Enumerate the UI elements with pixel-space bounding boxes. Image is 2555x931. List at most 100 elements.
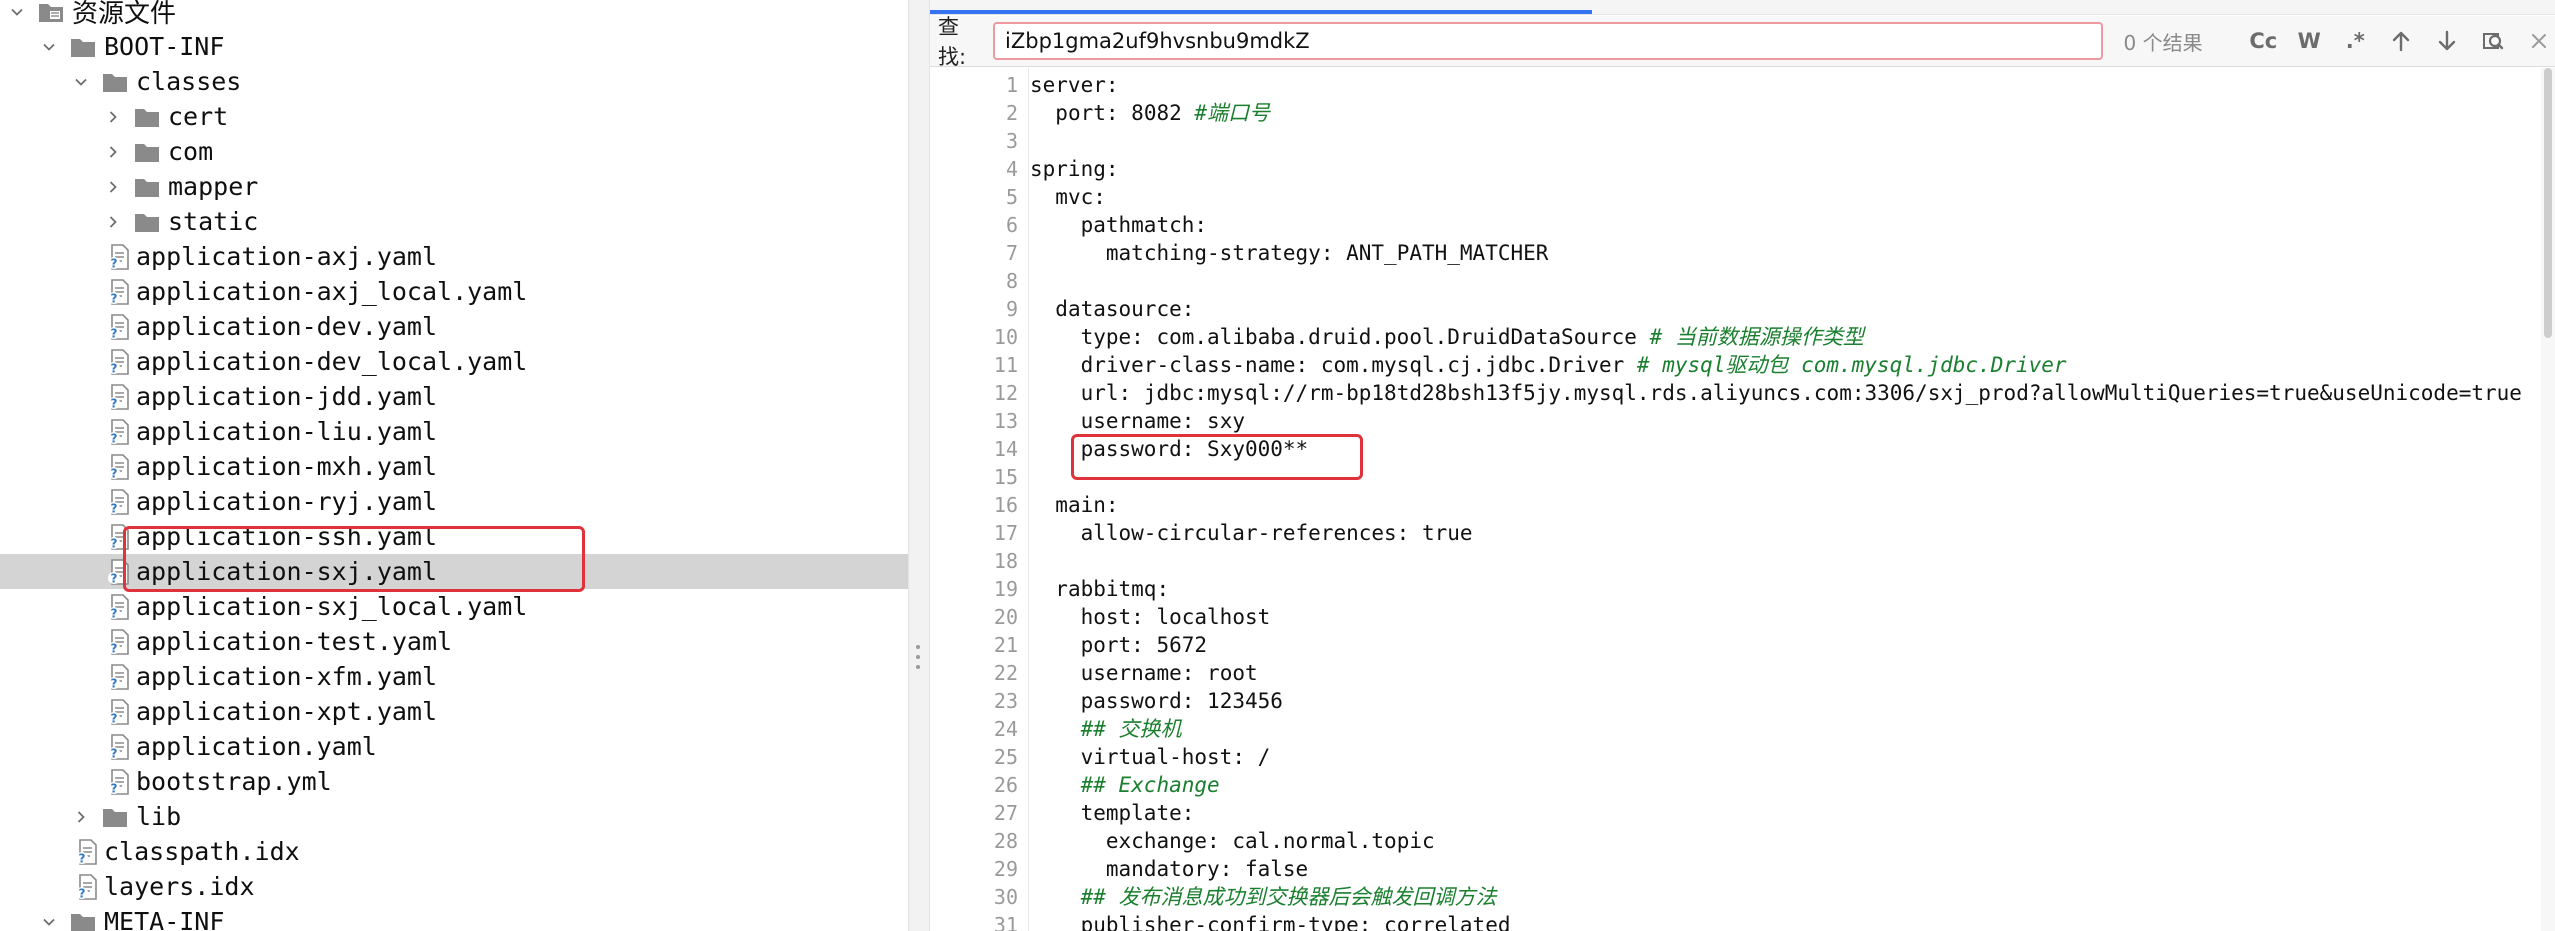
- yaml-file-icon: ?: [106, 383, 132, 411]
- yaml-colon: :: [1131, 325, 1157, 349]
- tree-folder-item[interactable]: BOOT-INF: [0, 29, 908, 64]
- tree-file-item[interactable]: ? application-sxj.yaml: [0, 554, 908, 589]
- find-options-button[interactable]: [2477, 25, 2509, 57]
- chevron-down-icon[interactable]: [38, 36, 60, 58]
- chevron-down-icon[interactable]: [38, 911, 60, 931]
- yaml-colon: :: [1156, 577, 1170, 601]
- svg-text:?: ?: [111, 746, 118, 760]
- yaml-colon: :: [1131, 633, 1157, 657]
- yaml-key: server: [1030, 73, 1106, 97]
- tree-file-item[interactable]: ? application-dev_local.yaml: [0, 344, 908, 379]
- match-case-button[interactable]: Cc: [2247, 25, 2279, 57]
- yaml-key: password: [1080, 689, 1182, 713]
- tree-folder-item[interactable]: mapper: [0, 169, 908, 204]
- whole-word-button[interactable]: W: [2293, 25, 2325, 57]
- scrollbar-thumb[interactable]: [2544, 68, 2552, 338]
- tree-file-item[interactable]: ? layers.idx: [0, 869, 908, 904]
- chevron-right-icon[interactable]: [102, 176, 124, 198]
- line-number: 17: [993, 521, 1018, 545]
- editor-tab-bar[interactable]: [930, 0, 2555, 15]
- chevron-down-icon[interactable]: [6, 1, 28, 23]
- yaml-comment: # 当前数据源操作类型: [1649, 325, 1864, 349]
- panel-splitter[interactable]: [908, 0, 930, 931]
- line-number: 16: [993, 493, 1018, 517]
- find-input[interactable]: [993, 22, 2104, 60]
- previous-match-button[interactable]: [2385, 25, 2417, 57]
- yaml-key: mandatory: [1105, 857, 1220, 881]
- tree-file-item[interactable]: ? application-ssh.yaml: [0, 519, 908, 554]
- tree-item-label: application-ssh.yaml: [136, 522, 438, 551]
- yaml-key: publisher-confirm-type: [1080, 913, 1359, 931]
- arrow-down-icon: [2438, 30, 2456, 51]
- yaml-key: rabbitmq: [1055, 577, 1157, 601]
- yaml-file-icon: ?: [106, 628, 132, 656]
- yaml-value: sxy: [1207, 409, 1245, 433]
- tree-folder-item[interactable]: com: [0, 134, 908, 169]
- tree-folder-item[interactable]: classes: [0, 64, 908, 99]
- chevron-right-icon[interactable]: [102, 211, 124, 233]
- yaml-colon: :: [1105, 101, 1132, 125]
- yaml-colon: :: [1181, 661, 1208, 685]
- yaml-file-icon: ?: [106, 278, 132, 306]
- chevron-down-icon[interactable]: [70, 71, 92, 93]
- line-number-gutter: 1 2 3 4 5 6 7 8 9 10 11 12 13 14 15 16 17 18 19 20 21 22 23 24 2…: [930, 68, 1029, 931]
- tree-file-item[interactable]: ? application-test.yaml: [0, 624, 908, 659]
- tree-file-item[interactable]: ? application-jdd.yaml: [0, 379, 908, 414]
- tree-folder-item[interactable]: cert: [0, 99, 908, 134]
- regex-button[interactable]: .*: [2339, 25, 2371, 57]
- tree-file-item[interactable]: ? application-liu.yaml: [0, 414, 908, 449]
- chevron-right-icon[interactable]: [102, 141, 124, 163]
- chevron-right-icon[interactable]: [102, 106, 124, 128]
- tree-file-item[interactable]: ? application-axj.yaml: [0, 239, 908, 274]
- chevron-right-icon[interactable]: [70, 806, 92, 828]
- tree-folder-item[interactable]: 资源文件: [0, 0, 908, 29]
- code-line: port: 8082 #端口号: [1055, 99, 1270, 127]
- tree-file-item[interactable]: ? application-axj_local.yaml: [0, 274, 908, 309]
- line-number: 8: [1005, 269, 1018, 293]
- find-label: 查找:: [938, 15, 967, 69]
- close-find-button[interactable]: [2523, 25, 2555, 57]
- code-line: mandatory: false: [1106, 855, 1308, 883]
- svg-text:?: ?: [111, 606, 118, 620]
- yaml-file-icon: ?: [106, 593, 132, 621]
- tree-file-item[interactable]: ? application.yaml: [0, 729, 908, 764]
- yaml-value: true: [1421, 521, 1473, 545]
- tree-folder-item[interactable]: META-INF: [0, 904, 908, 931]
- code-line: rabbitmq:: [1055, 575, 1169, 603]
- yaml-colon: :: [1295, 353, 1321, 377]
- yaml-colon: :: [1181, 297, 1195, 321]
- yaml-comment: #端口号: [1194, 101, 1271, 125]
- splitter-grip-icon[interactable]: [916, 645, 922, 679]
- tree-file-item[interactable]: ? application-mxh.yaml: [0, 449, 908, 484]
- tree-file-item[interactable]: ? bootstrap.yml: [0, 764, 908, 799]
- folder-icon: [102, 806, 128, 828]
- code-line: datasource:: [1055, 295, 1194, 323]
- tree-file-item[interactable]: ? application-sxj_local.yaml: [0, 589, 908, 624]
- yaml-value: 123456: [1207, 689, 1283, 713]
- tree-folder-item[interactable]: lib: [0, 799, 908, 834]
- code-area[interactable]: 1 2 3 4 5 6 7 8 9 10 11 12 13 14 15 16 17 18 19 20 21 22 23 24 2…: [930, 68, 2555, 931]
- tree-folder-item[interactable]: static: [0, 204, 908, 239]
- next-match-button[interactable]: [2431, 25, 2463, 57]
- tree-file-item[interactable]: ? application-ryj.yaml: [0, 484, 908, 519]
- vertical-scrollbar[interactable]: [2541, 68, 2555, 931]
- folder-icon: [70, 911, 96, 931]
- line-number: 30: [993, 885, 1018, 909]
- tree-item-label: application-test.yaml: [136, 627, 453, 656]
- tree-file-item[interactable]: ? application-xpt.yaml: [0, 694, 908, 729]
- yaml-value: /: [1257, 745, 1271, 769]
- tree-item-label: application-dev_local.yaml: [136, 347, 528, 376]
- yaml-file-icon: ?: [106, 348, 132, 376]
- yaml-colon: :: [1118, 381, 1144, 405]
- line-number: 14: [993, 437, 1018, 461]
- tree-file-item[interactable]: ? application-xfm.yaml: [0, 659, 908, 694]
- yaml-comment: # mysql驱动包 com.mysql.jdbc.Driver: [1636, 353, 2067, 377]
- tree-item-label: application-sxj.yaml: [136, 557, 438, 586]
- resource-folder-icon: [38, 1, 64, 23]
- code-line: allow-circular-references: true: [1081, 519, 1473, 547]
- line-number: 21: [993, 633, 1018, 657]
- tree-file-item[interactable]: ? application-dev.yaml: [0, 309, 908, 344]
- yaml-file-icon: ?: [106, 488, 132, 516]
- tree-file-item[interactable]: ? classpath.idx: [0, 834, 908, 869]
- yaml-colon: :: [1093, 185, 1106, 209]
